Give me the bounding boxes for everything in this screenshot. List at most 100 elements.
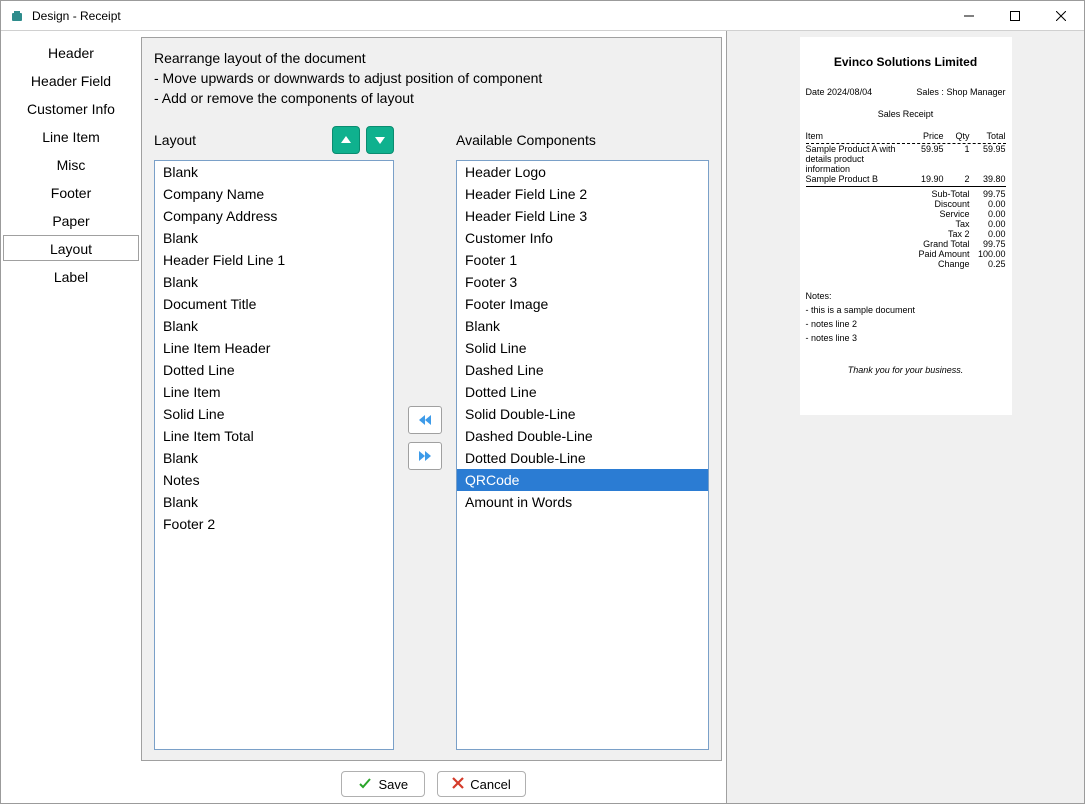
receipt-line: Sample Product B19.90239.80: [806, 174, 1006, 184]
receipt-line: details product information: [806, 154, 1006, 174]
sidebar-item-layout[interactable]: Layout: [3, 235, 139, 261]
list-item[interactable]: Header Field Line 3: [457, 205, 708, 227]
receipt-total-row: Paid Amount100.00: [806, 249, 1006, 259]
receipt-total-row: Tax 20.00: [806, 229, 1006, 239]
transfer-buttons: [406, 126, 444, 750]
window-title: Design - Receipt: [32, 9, 946, 23]
sidebar-item-misc[interactable]: Misc: [3, 151, 139, 177]
app-window: Design - Receipt HeaderHeader FieldCusto…: [0, 0, 1085, 804]
receipt-total-row: Sub-Total99.75: [806, 189, 1006, 199]
add-to-layout-button[interactable]: [408, 406, 442, 434]
list-item[interactable]: Blank: [155, 161, 393, 183]
titlebar: Design - Receipt: [1, 1, 1084, 31]
list-item[interactable]: Amount in Words: [457, 491, 708, 513]
layout-listbox[interactable]: BlankCompany NameCompany AddressBlankHea…: [154, 160, 394, 750]
list-item[interactable]: Dashed Double-Line: [457, 425, 708, 447]
sidebar-item-header-field[interactable]: Header Field: [3, 67, 139, 93]
receipt-note-line: - this is a sample document: [806, 303, 1006, 317]
instructions: Rearrange layout of the document - Move …: [154, 48, 709, 108]
receipt-notes: Notes: - this is a sample document- note…: [806, 289, 1006, 345]
instructions-line: - Move upwards or downwards to adjust po…: [154, 68, 709, 88]
list-item[interactable]: QRCode: [457, 469, 708, 491]
instructions-line: - Add or remove the components of layout: [154, 88, 709, 108]
main-panel: Rearrange layout of the document - Move …: [141, 31, 726, 803]
list-item[interactable]: Line Item Header: [155, 337, 393, 359]
button-bar: Save Cancel: [141, 765, 726, 803]
cancel-button[interactable]: Cancel: [437, 771, 525, 797]
list-item[interactable]: Header Field Line 1: [155, 249, 393, 271]
sidebar: HeaderHeader FieldCustomer InfoLine Item…: [1, 31, 141, 803]
list-item[interactable]: Dotted Line: [155, 359, 393, 381]
receipt-thanks: Thank you for your business.: [806, 365, 1006, 375]
list-item[interactable]: Footer 2: [155, 513, 393, 535]
sidebar-item-footer[interactable]: Footer: [3, 179, 139, 205]
list-item[interactable]: Footer 3: [457, 271, 708, 293]
content-area: HeaderHeader FieldCustomer InfoLine Item…: [1, 31, 1084, 803]
list-item[interactable]: Document Title: [155, 293, 393, 315]
sidebar-item-paper[interactable]: Paper: [3, 207, 139, 233]
layout-column: Layout BlankCompany NameCompany Address: [154, 126, 394, 750]
list-item[interactable]: Dashed Line: [457, 359, 708, 381]
available-listbox[interactable]: Header LogoHeader Field Line 2Header Fie…: [456, 160, 709, 750]
list-item[interactable]: Line Item Total: [155, 425, 393, 447]
minimize-button[interactable]: [946, 1, 992, 30]
preview-pane: Evinco Solutions Limited Date 2024/08/04…: [726, 31, 1084, 803]
available-label: Available Components: [456, 132, 709, 148]
close-button[interactable]: [1038, 1, 1084, 30]
list-item[interactable]: Blank: [155, 271, 393, 293]
sidebar-item-line-item[interactable]: Line Item: [3, 123, 139, 149]
receipt-total-row: Change0.25: [806, 259, 1006, 269]
list-item[interactable]: Company Address: [155, 205, 393, 227]
sidebar-item-label[interactable]: Label: [3, 263, 139, 289]
save-button[interactable]: Save: [341, 771, 425, 797]
list-item[interactable]: Line Item: [155, 381, 393, 403]
list-item[interactable]: Blank: [457, 315, 708, 337]
receipt-preview: Evinco Solutions Limited Date 2024/08/04…: [800, 37, 1012, 415]
receipt-total-row: Grand Total99.75: [806, 239, 1006, 249]
receipt-sales: Sales : Shop Manager: [916, 87, 1005, 97]
list-item[interactable]: Blank: [155, 227, 393, 249]
list-item[interactable]: Blank: [155, 315, 393, 337]
cancel-label: Cancel: [470, 777, 510, 792]
cross-icon: [452, 777, 464, 792]
receipt-company: Evinco Solutions Limited: [806, 55, 1006, 69]
editor-area: Rearrange layout of the document - Move …: [141, 37, 722, 761]
list-item[interactable]: Footer 1: [457, 249, 708, 271]
maximize-button[interactable]: [992, 1, 1038, 30]
receipt-total-row: Service0.00: [806, 209, 1006, 219]
save-label: Save: [378, 777, 408, 792]
move-up-button[interactable]: [332, 126, 360, 154]
receipt-note-line: - notes line 2: [806, 317, 1006, 331]
move-down-button[interactable]: [366, 126, 394, 154]
list-item[interactable]: Header Logo: [457, 161, 708, 183]
list-item[interactable]: Dotted Double-Line: [457, 447, 708, 469]
receipt-total-row: Discount0.00: [806, 199, 1006, 209]
list-item[interactable]: Company Name: [155, 183, 393, 205]
check-icon: [358, 776, 372, 793]
sidebar-item-header[interactable]: Header: [3, 39, 139, 65]
app-icon: [9, 8, 25, 24]
list-item[interactable]: Dotted Line: [457, 381, 708, 403]
receipt-doc-title: Sales Receipt: [806, 109, 1006, 119]
list-item[interactable]: Solid Double-Line: [457, 403, 708, 425]
receipt-line: Sample Product A with59.95159.95: [806, 144, 1006, 154]
list-item[interactable]: Blank: [155, 447, 393, 469]
instructions-line: Rearrange layout of the document: [154, 48, 709, 68]
list-item[interactable]: Header Field Line 2: [457, 183, 708, 205]
receipt-note-line: - notes line 3: [806, 331, 1006, 345]
list-item[interactable]: Solid Line: [457, 337, 708, 359]
list-item[interactable]: Customer Info: [457, 227, 708, 249]
receipt-header-row: Item Price Qty Total: [806, 131, 1006, 144]
remove-from-layout-button[interactable]: [408, 442, 442, 470]
receipt-solid-line: [806, 186, 1006, 187]
sidebar-item-customer-info[interactable]: Customer Info: [3, 95, 139, 121]
available-column: Available Components Header LogoHeader F…: [456, 126, 709, 750]
list-item[interactable]: Blank: [155, 491, 393, 513]
list-item[interactable]: Notes: [155, 469, 393, 491]
receipt-date: Date 2024/08/04: [806, 87, 873, 97]
receipt-total-row: Tax0.00: [806, 219, 1006, 229]
list-item[interactable]: Footer Image: [457, 293, 708, 315]
columns: Layout BlankCompany NameCompany Address: [154, 126, 709, 750]
list-item[interactable]: Solid Line: [155, 403, 393, 425]
layout-label: Layout: [154, 132, 332, 148]
